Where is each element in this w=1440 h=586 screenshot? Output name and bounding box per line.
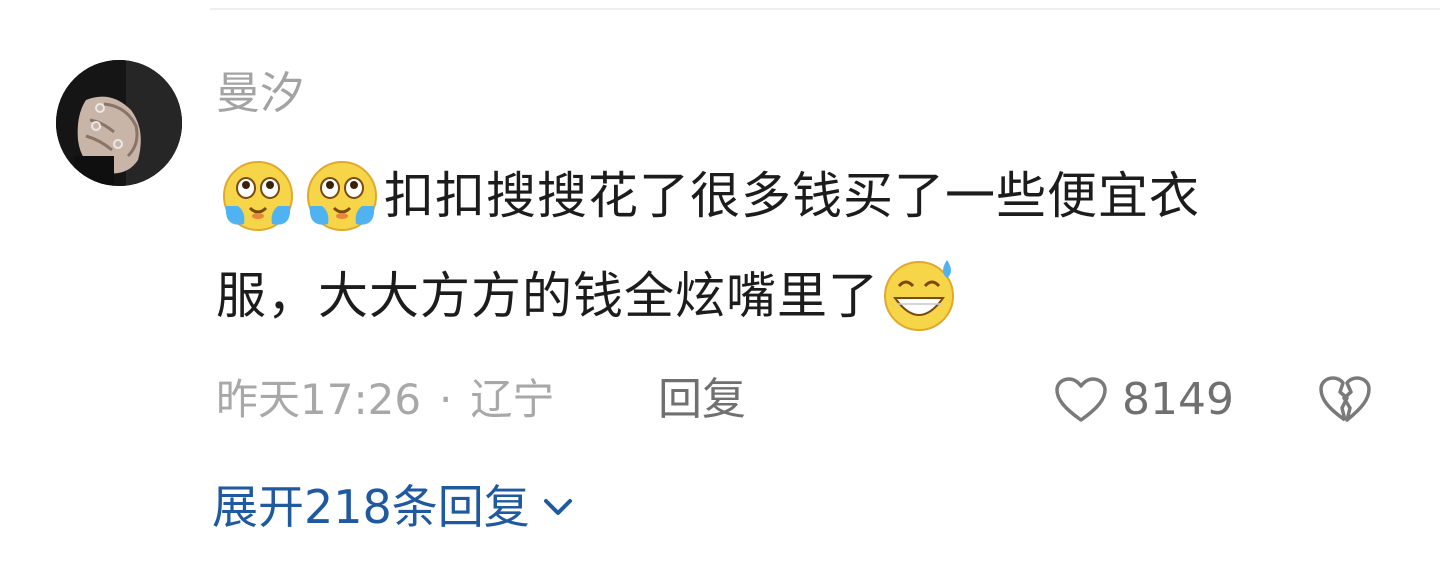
- comment-text-line2: 服，大大方方的钱全炫嘴里了: [216, 267, 879, 325]
- comment-time: 昨天17:26: [216, 375, 422, 424]
- comment-text: 扣扣搜搜花了很多钱买了一些便宜衣服，大大方方的钱全炫嘴里了: [216, 146, 1406, 346]
- top-divider: [210, 8, 1440, 10]
- username[interactable]: 曼汐: [216, 66, 304, 122]
- crying-laughing-emoji: [216, 152, 300, 236]
- heart-outline-icon: [1055, 377, 1107, 422]
- grin-sweat-emoji: [879, 252, 963, 336]
- chevron-down-icon: [543, 499, 572, 515]
- like-count: 8149: [1122, 374, 1234, 425]
- expand-replies-label: 展开218条回复: [212, 480, 530, 534]
- crying-laughing-emoji: [300, 152, 384, 236]
- meta-separator: ·: [439, 375, 453, 424]
- broken-heart-icon: [1319, 376, 1371, 422]
- dislike-button[interactable]: [1318, 374, 1372, 426]
- comment-text-line1: 扣扣搜搜花了很多钱买了一些便宜衣: [384, 167, 1200, 225]
- like-button[interactable]: 8149: [1054, 368, 1234, 432]
- comment-location: 辽宁: [470, 375, 555, 424]
- reply-button[interactable]: 回复: [658, 368, 746, 432]
- comment-meta: 昨天17:26 · 辽宁: [216, 368, 554, 432]
- expand-replies-link[interactable]: 展开218条回复: [212, 474, 574, 540]
- avatar[interactable]: [56, 60, 182, 186]
